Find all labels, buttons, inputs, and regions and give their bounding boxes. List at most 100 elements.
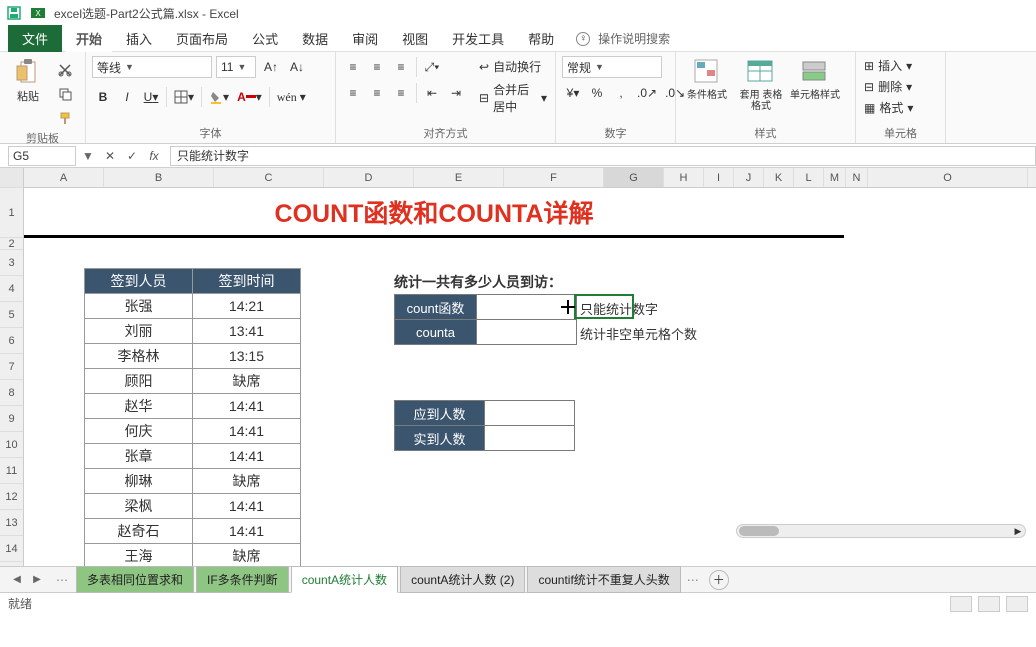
row-header[interactable]: 13 — [0, 510, 23, 536]
column-header[interactable]: O — [868, 168, 1028, 187]
table-cell[interactable]: 14:41 — [193, 494, 301, 519]
conditional-format-button[interactable]: 条件格式 — [682, 56, 732, 101]
increase-font-icon[interactable]: A↑ — [260, 56, 282, 78]
column-headers[interactable]: ABCDEFGHIJKLMNO — [24, 168, 1036, 188]
table-cell[interactable]: 赵奇石 — [85, 519, 193, 544]
func-value[interactable] — [477, 320, 577, 345]
menu-file[interactable]: 文件 — [8, 25, 62, 52]
name-box[interactable]: G5 — [8, 146, 76, 166]
page-layout-view-icon[interactable] — [978, 596, 1000, 612]
align-top-icon[interactable]: ≡ — [342, 56, 364, 78]
bold-button[interactable]: B — [92, 86, 114, 108]
menu-data[interactable]: 数据 — [292, 25, 338, 52]
save-icon[interactable] — [6, 5, 22, 21]
table-cell[interactable]: 顾阳 — [85, 369, 193, 394]
percent-icon[interactable]: % — [586, 82, 608, 104]
column-header[interactable]: E — [414, 168, 504, 187]
paste-button[interactable]: 粘贴 — [6, 56, 50, 106]
table-cell[interactable]: 王海 — [85, 544, 193, 567]
sheet-tab[interactable]: IF多条件判断 — [196, 566, 289, 593]
table-cell[interactable]: 缺席 — [193, 544, 301, 567]
menu-layout[interactable]: 页面布局 — [166, 25, 238, 52]
column-header[interactable]: F — [504, 168, 604, 187]
sheet-tab[interactable]: 多表相同位置求和 — [76, 566, 194, 593]
normal-view-icon[interactable] — [950, 596, 972, 612]
align-bottom-icon[interactable]: ≡ — [390, 56, 412, 78]
enter-formula-icon[interactable]: ✓ — [122, 146, 142, 166]
table-row[interactable]: 柳琳缺席 — [85, 469, 301, 494]
fx-icon[interactable]: fx — [144, 146, 164, 166]
row-header[interactable]: 2 — [0, 238, 23, 250]
align-right-icon[interactable]: ≡ — [390, 82, 412, 104]
column-header[interactable]: H — [664, 168, 704, 187]
column-header[interactable]: G — [604, 168, 664, 187]
cut-icon[interactable] — [54, 60, 76, 80]
totals-value[interactable] — [485, 401, 575, 426]
table-cell[interactable]: 缺席 — [193, 369, 301, 394]
comma-icon[interactable]: , — [610, 82, 632, 104]
align-middle-icon[interactable]: ≡ — [366, 56, 388, 78]
row-header[interactable]: 11 — [0, 458, 23, 484]
tell-me-search[interactable]: 操作说明搜索 — [598, 30, 670, 47]
table-cell[interactable]: 李格林 — [85, 344, 193, 369]
row-header[interactable]: 7 — [0, 354, 23, 380]
table-cell[interactable]: 13:41 — [193, 319, 301, 344]
page-break-view-icon[interactable] — [1006, 596, 1028, 612]
border-icon[interactable]: ▾ — [171, 86, 197, 108]
table-cell[interactable]: 梁枫 — [85, 494, 193, 519]
table-row[interactable]: 张章14:41 — [85, 444, 301, 469]
table-row[interactable]: 顾阳缺席 — [85, 369, 301, 394]
table-row[interactable]: 刘丽13:41 — [85, 319, 301, 344]
decrease-indent-icon[interactable]: ⇤ — [421, 82, 443, 104]
table-row[interactable]: 张强14:21 — [85, 294, 301, 319]
menu-home[interactable]: 开始 — [66, 25, 112, 52]
row-header[interactable]: 15 — [0, 562, 23, 566]
row-header[interactable]: 14 — [0, 536, 23, 562]
column-header[interactable]: B — [104, 168, 214, 187]
column-header[interactable]: C — [214, 168, 324, 187]
table-row[interactable]: 何庆14:41 — [85, 419, 301, 444]
currency-icon[interactable]: ¥▾ — [562, 82, 584, 104]
tab-nav-next[interactable]: ▶ — [28, 571, 46, 589]
phonetic-icon[interactable]: wén ▾ — [274, 86, 309, 108]
table-cell[interactable]: 赵华 — [85, 394, 193, 419]
table-cell[interactable]: 13:15 — [193, 344, 301, 369]
table-row[interactable]: 李格林13:15 — [85, 344, 301, 369]
column-header[interactable]: J — [734, 168, 764, 187]
format-painter-icon[interactable] — [54, 108, 76, 128]
column-header[interactable]: M — [824, 168, 846, 187]
column-header[interactable]: A — [24, 168, 104, 187]
menu-review[interactable]: 审阅 — [342, 25, 388, 52]
cancel-formula-icon[interactable]: ✕ — [100, 146, 120, 166]
table-cell[interactable]: 14:41 — [193, 444, 301, 469]
table-row[interactable]: 赵华14:41 — [85, 394, 301, 419]
align-center-icon[interactable]: ≡ — [366, 82, 388, 104]
increase-decimal-icon[interactable]: .0↗ — [634, 82, 660, 104]
table-row[interactable]: 梁枫14:41 — [85, 494, 301, 519]
sheet-tab[interactable]: countif统计不重复人头数 — [527, 566, 680, 593]
font-name-combo[interactable]: 等线▼ — [92, 56, 212, 78]
italic-button[interactable]: I — [116, 86, 138, 108]
table-cell[interactable]: 柳琳 — [85, 469, 193, 494]
table-row[interactable]: 王海缺席 — [85, 544, 301, 567]
table-cell[interactable]: 14:21 — [193, 294, 301, 319]
menu-formula[interactable]: 公式 — [242, 25, 288, 52]
increase-indent-icon[interactable]: ⇥ — [445, 82, 467, 104]
fill-color-icon[interactable]: ▾ — [206, 86, 232, 108]
number-format-combo[interactable]: 常规▼ — [562, 56, 662, 78]
table-cell[interactable]: 张强 — [85, 294, 193, 319]
table-cell[interactable]: 刘丽 — [85, 319, 193, 344]
menu-insert[interactable]: 插入 — [116, 25, 162, 52]
format-cell-button[interactable]: ▦格式 ▾ — [862, 98, 915, 117]
delete-cell-button[interactable]: ⊟删除 ▾ — [862, 77, 915, 96]
column-header[interactable]: I — [704, 168, 734, 187]
formula-input[interactable]: 只能统计数字 — [170, 146, 1036, 166]
font-color-icon[interactable]: A▾ — [234, 86, 265, 108]
format-as-table-button[interactable]: 套用 表格格式 — [736, 56, 786, 112]
lightbulb-icon[interactable]: ♀ — [576, 32, 590, 46]
sheet-tab[interactable]: countA统计人数 (2) — [400, 566, 525, 593]
column-header[interactable]: L — [794, 168, 824, 187]
row-header[interactable]: 4 — [0, 276, 23, 302]
column-header[interactable]: K — [764, 168, 794, 187]
column-header[interactable]: N — [846, 168, 868, 187]
